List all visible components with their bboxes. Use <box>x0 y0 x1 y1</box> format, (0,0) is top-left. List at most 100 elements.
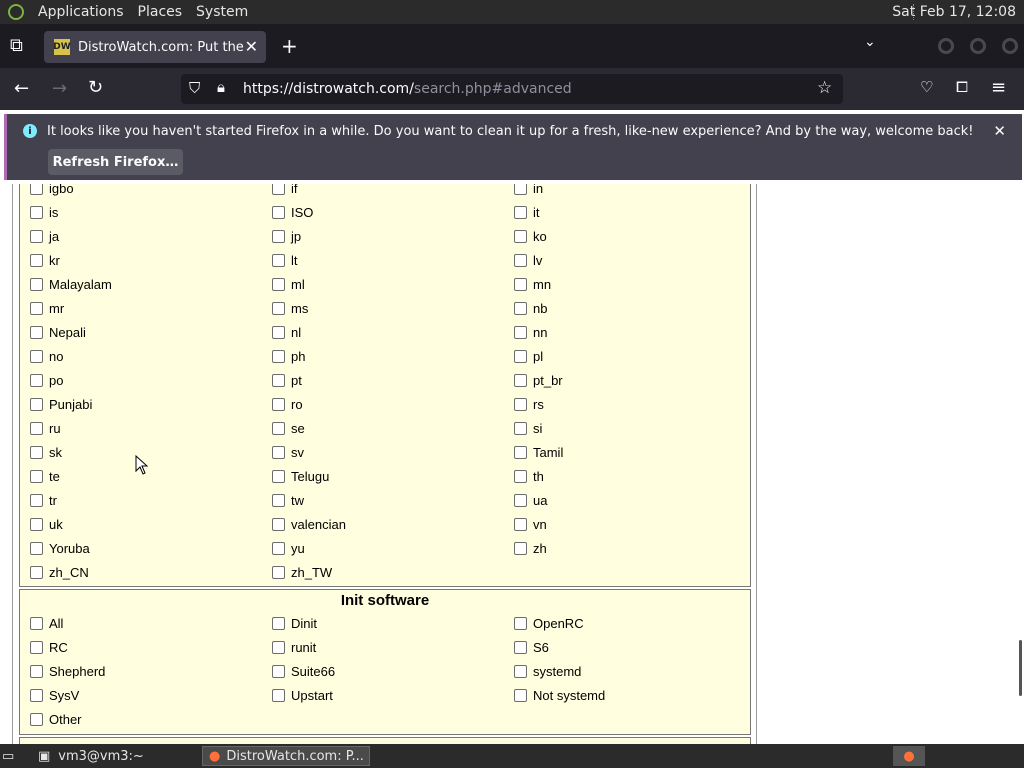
checkbox-option[interactable]: th <box>514 464 544 488</box>
checkbox-option[interactable]: ja <box>30 224 59 248</box>
checkbox-option[interactable]: Punjabi <box>30 392 92 416</box>
tab-overview-icon[interactable]: ⧉ <box>10 35 23 56</box>
checkbox[interactable] <box>30 517 43 531</box>
url-text[interactable]: https://distrowatch.com/search.php#advan… <box>243 81 572 97</box>
checkbox-option[interactable]: se <box>272 416 305 440</box>
checkbox-option[interactable]: systemd <box>514 659 581 683</box>
checkbox[interactable] <box>30 277 43 291</box>
system-menu[interactable]: System <box>196 4 248 20</box>
checkbox[interactable] <box>30 325 43 339</box>
checkbox[interactable] <box>514 421 527 435</box>
checkbox-option[interactable]: kr <box>30 248 60 272</box>
checkbox[interactable] <box>514 397 527 411</box>
checkbox[interactable] <box>272 229 285 243</box>
checkbox-option[interactable]: Upstart <box>272 683 333 707</box>
checkbox[interactable] <box>514 445 527 459</box>
places-menu[interactable]: Places <box>138 4 183 20</box>
checkbox-option[interactable]: igbo <box>30 184 74 200</box>
checkbox[interactable] <box>272 664 285 678</box>
checkbox[interactable] <box>272 688 285 702</box>
checkbox[interactable] <box>30 229 43 243</box>
checkbox[interactable] <box>272 397 285 411</box>
reload-icon[interactable]: ↻ <box>88 77 103 98</box>
checkbox-option[interactable]: Telugu <box>272 464 329 488</box>
checkbox-option[interactable]: zh_TW <box>272 560 332 584</box>
refresh-firefox-button[interactable]: Refresh Firefox… <box>48 149 183 175</box>
browser-tab[interactable]: DW DistroWatch.com: Put the fun back int… <box>44 31 266 63</box>
window-maximize-icon[interactable] <box>970 38 986 54</box>
checkbox[interactable] <box>30 397 43 411</box>
checkbox-option[interactable]: si <box>514 416 542 440</box>
checkbox[interactable] <box>514 616 527 630</box>
checkbox-option[interactable]: OpenRC <box>514 611 584 635</box>
checkbox-option[interactable]: ru <box>30 416 61 440</box>
checkbox[interactable] <box>272 373 285 387</box>
checkbox-option[interactable]: pt_br <box>514 368 563 392</box>
checkbox[interactable] <box>30 541 43 555</box>
checkbox-option[interactable]: runit <box>272 635 316 659</box>
checkbox-option[interactable]: mr <box>30 296 64 320</box>
checkbox[interactable] <box>272 421 285 435</box>
checkbox-option[interactable]: ko <box>514 224 547 248</box>
checkbox[interactable] <box>272 253 285 267</box>
checkbox-option[interactable]: tr <box>30 488 57 512</box>
checkbox[interactable] <box>272 541 285 555</box>
tab-list-chevron-down-icon[interactable]: ⌄ <box>864 34 876 50</box>
checkbox[interactable] <box>30 565 43 579</box>
checkbox-option[interactable]: is <box>30 200 58 224</box>
checkbox-option[interactable]: ISO <box>272 200 313 224</box>
checkbox[interactable] <box>514 517 527 531</box>
checkbox[interactable] <box>30 688 43 702</box>
checkbox-option[interactable]: S6 <box>514 635 549 659</box>
checkbox-option[interactable]: in <box>514 184 543 200</box>
checkbox[interactable] <box>272 493 285 507</box>
new-tab-icon[interactable]: + <box>281 34 298 58</box>
checkbox[interactable] <box>272 565 285 579</box>
checkbox-option[interactable]: zh <box>514 536 547 560</box>
checkbox-option[interactable]: Suite66 <box>272 659 335 683</box>
checkbox-option[interactable]: jp <box>272 224 301 248</box>
checkbox[interactable] <box>514 301 527 315</box>
lock-icon[interactable]: 🔒︎ <box>217 78 225 96</box>
checkbox-option[interactable]: SysV <box>30 683 79 707</box>
checkbox[interactable] <box>30 445 43 459</box>
checkbox[interactable] <box>514 469 527 483</box>
checkbox[interactable] <box>514 640 527 654</box>
checkbox[interactable] <box>30 421 43 435</box>
applications-menu[interactable]: Applications <box>38 4 124 20</box>
checkbox-option[interactable]: nb <box>514 296 547 320</box>
checkbox[interactable] <box>30 493 43 507</box>
checkbox-option[interactable]: nl <box>272 320 301 344</box>
checkbox[interactable] <box>514 541 527 555</box>
tray-firefox-icon[interactable]: ● <box>893 746 925 766</box>
checkbox[interactable] <box>514 349 527 363</box>
checkbox[interactable] <box>30 301 43 315</box>
checkbox-option[interactable]: vn <box>514 512 547 536</box>
checkbox[interactable] <box>30 712 43 726</box>
checkbox-option[interactable]: Yoruba <box>30 536 90 560</box>
checkbox-option[interactable]: mn <box>514 272 551 296</box>
pocket-icon[interactable]: ♡ <box>920 78 933 96</box>
shield-icon[interactable]: ⛉ <box>189 79 200 97</box>
checkbox-option[interactable]: Other <box>30 707 82 731</box>
checkbox-option[interactable]: zh_CN <box>30 560 89 584</box>
back-arrow-icon[interactable]: ← <box>14 78 29 99</box>
window-close-icon[interactable] <box>1002 38 1018 54</box>
close-notification-icon[interactable]: ✕ <box>993 122 1006 140</box>
checkbox-option[interactable]: Dinit <box>272 611 317 635</box>
checkbox-option[interactable]: Tamil <box>514 440 563 464</box>
checkbox[interactable] <box>514 277 527 291</box>
checkbox-option[interactable]: lt <box>272 248 298 272</box>
show-desktop-icon[interactable]: ▭ <box>2 746 22 766</box>
checkbox[interactable] <box>30 373 43 387</box>
checkbox-option[interactable]: te <box>30 464 60 488</box>
checkbox[interactable] <box>272 205 285 219</box>
checkbox[interactable] <box>272 277 285 291</box>
checkbox-option[interactable]: Not systemd <box>514 683 605 707</box>
scrollbar-thumb[interactable] <box>1019 640 1022 696</box>
bookmark-star-icon[interactable]: ☆ <box>817 78 832 98</box>
checkbox-option[interactable]: RC <box>30 635 68 659</box>
checkbox-option[interactable]: sv <box>272 440 304 464</box>
checkbox-option[interactable]: pl <box>514 344 543 368</box>
taskbar-item-firefox[interactable]: ● DistroWatch.com: P... <box>202 746 370 766</box>
